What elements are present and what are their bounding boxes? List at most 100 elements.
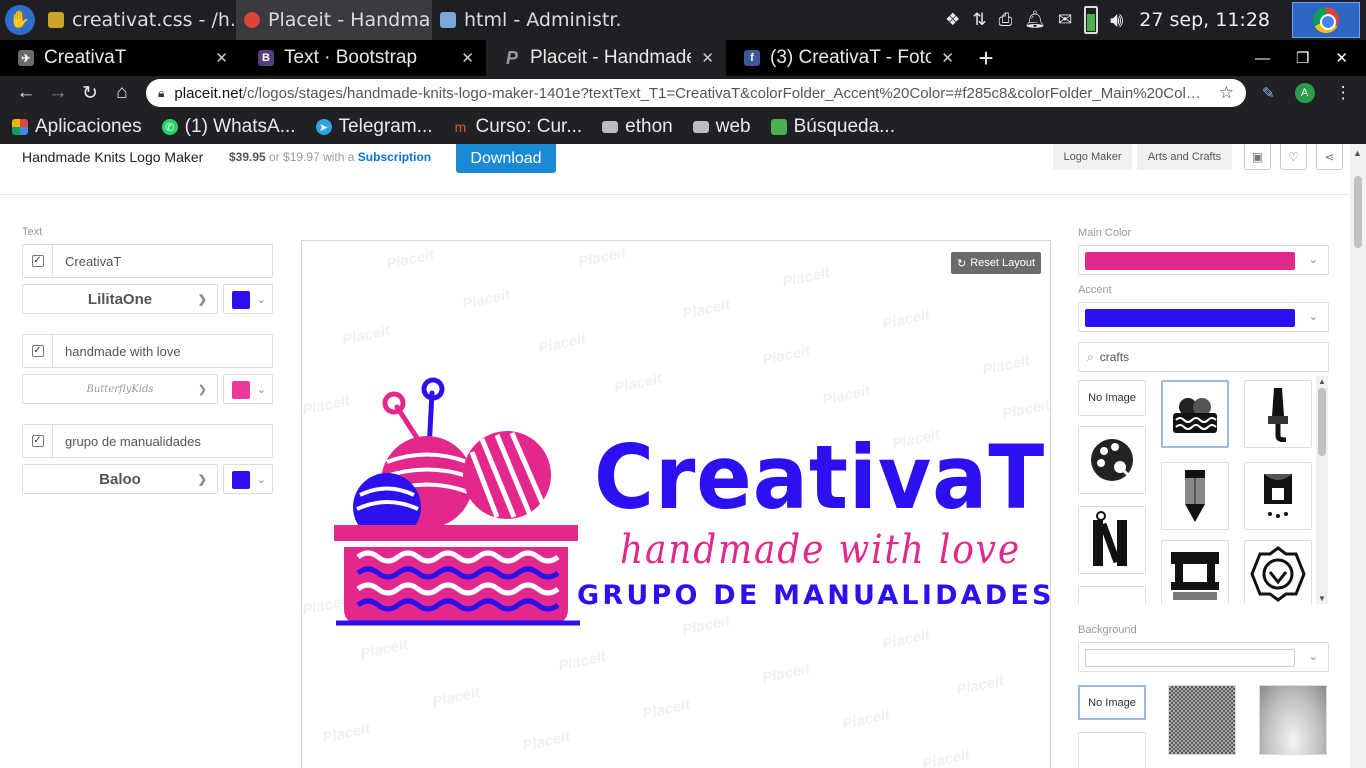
font-select-2[interactable]: ButterflyKids ❯ bbox=[22, 374, 218, 404]
close-window-icon[interactable]: ✕ bbox=[1335, 49, 1348, 67]
new-tab-button[interactable]: + bbox=[966, 40, 1006, 76]
text-field-3[interactable]: ✓ grupo de manualidades bbox=[22, 424, 273, 458]
back-arrow-icon[interactable]: ← bbox=[10, 77, 42, 109]
menu-kebab-icon[interactable]: ⋮ bbox=[1335, 83, 1352, 103]
gallery-item-badge[interactable] bbox=[1244, 540, 1312, 604]
chevron-down-icon: ❯ bbox=[197, 473, 207, 486]
close-icon[interactable]: ✕ bbox=[215, 49, 228, 67]
gallery-item-tools[interactable] bbox=[1078, 506, 1146, 574]
bookmark-telegram[interactable]: ➤ Telegram... bbox=[315, 116, 433, 138]
tab-placeit[interactable]: P Placeit - Handmade ✕ bbox=[486, 40, 726, 76]
font-select-1[interactable]: LilitaOne ❯ bbox=[22, 284, 218, 314]
tag-arts-and-crafts[interactable]: Arts and Crafts bbox=[1137, 144, 1232, 170]
bookmark-folder-ethon[interactable]: ethon bbox=[602, 116, 673, 138]
text-field-1[interactable]: ✓ CreativaT bbox=[22, 244, 273, 278]
logo-subtitle[interactable]: GRUPO DE MANUALIDADES bbox=[577, 582, 1050, 609]
background-noise-texture[interactable] bbox=[1168, 685, 1236, 755]
network-transfer-icon[interactable]: ⇅ bbox=[972, 10, 986, 30]
notification-bell-icon[interactable]: 🔔︎ bbox=[1024, 10, 1046, 30]
share-icon[interactable]: ⋖ bbox=[1316, 144, 1343, 170]
taskbar-item-label: html - Administr... bbox=[464, 9, 622, 31]
clock[interactable]: 27 sep, 11:28 bbox=[1139, 9, 1270, 31]
taskbar-item-editor[interactable]: creativat.css - /h... bbox=[40, 0, 236, 40]
save-icon[interactable]: ▣ bbox=[1244, 144, 1271, 170]
font-select-3[interactable]: Baloo ❯ bbox=[22, 464, 218, 494]
background-no-image[interactable]: No Image bbox=[1078, 685, 1146, 720]
forward-arrow-icon[interactable]: → bbox=[42, 77, 74, 109]
color-select-1[interactable]: ⌄ bbox=[223, 284, 273, 314]
bookmark-search[interactable]: Búsqueda... bbox=[770, 116, 895, 138]
bookmark-label: (1) WhatsA... bbox=[184, 116, 296, 137]
gallery-scrollbar[interactable]: ▲ ▼ bbox=[1316, 376, 1328, 604]
logo-title[interactable]: CreativaT bbox=[594, 434, 1045, 522]
maximize-icon[interactable]: ❐ bbox=[1296, 49, 1309, 67]
mail-icon[interactable]: ✉ bbox=[1058, 10, 1072, 30]
taskbar-item-browser[interactable]: Placeit - Handma... bbox=[236, 0, 432, 40]
background-gradient-texture[interactable] bbox=[1259, 685, 1327, 755]
start-menu-button[interactable]: ✋ bbox=[0, 0, 40, 40]
logo-tagline[interactable]: handmade with love bbox=[620, 530, 1021, 570]
text-2-checkbox[interactable]: ✓ bbox=[23, 335, 53, 367]
bookmark-folder-web[interactable]: web bbox=[692, 116, 751, 138]
address-bar[interactable]: 🔒︎ placeit.net /c/logos/stages/handmade-… bbox=[146, 79, 1246, 107]
text-1-checkbox[interactable]: ✓ bbox=[23, 245, 53, 277]
watermark: Placeit bbox=[536, 330, 588, 357]
text-3-checkbox[interactable]: ✓ bbox=[23, 425, 53, 457]
reset-layout-label: Reset Layout bbox=[970, 257, 1036, 269]
background-color-picker[interactable]: ⌄ bbox=[1078, 642, 1329, 672]
gallery-no-image[interactable]: No Image bbox=[1078, 380, 1146, 416]
close-icon[interactable]: ✕ bbox=[461, 49, 474, 67]
color-select-2[interactable]: ⌄ bbox=[223, 374, 273, 404]
tab-creativat[interactable]: ✈ CreativaT ✕ bbox=[0, 40, 240, 76]
main-color-picker[interactable]: ⌄ bbox=[1078, 245, 1329, 275]
watermark: Placeit bbox=[640, 696, 692, 723]
tab-facebook[interactable]: f (3) CreativaT - Fotos ✕ bbox=[726, 40, 966, 76]
chrome-launcher-button[interactable] bbox=[1292, 2, 1360, 38]
close-icon[interactable]: ✕ bbox=[701, 49, 714, 67]
subscription-link[interactable]: Subscription bbox=[358, 150, 431, 164]
close-icon[interactable]: ✕ bbox=[941, 49, 954, 67]
gallery-item-faucet[interactable] bbox=[1244, 380, 1312, 448]
taskbar-item-files[interactable]: html - Administr... bbox=[432, 0, 622, 40]
bookmark-apps[interactable]: Aplicaciones bbox=[12, 116, 142, 138]
watermark: Placeit bbox=[320, 720, 372, 747]
minimize-icon[interactable]: — bbox=[1255, 50, 1270, 67]
volume-icon[interactable]: 🔊︎ bbox=[1110, 8, 1123, 33]
gallery-item-basket[interactable] bbox=[1161, 380, 1229, 448]
scroll-down-icon[interactable]: ▼ bbox=[1318, 594, 1326, 603]
dropbox-icon[interactable]: ❖ bbox=[945, 10, 960, 30]
battery-icon[interactable] bbox=[1084, 6, 1099, 34]
text-field-2[interactable]: ✓ handmade with love bbox=[22, 334, 273, 368]
tag-logo-maker[interactable]: Logo Maker bbox=[1053, 144, 1132, 170]
bookmark-star-icon[interactable]: ☆ bbox=[1219, 83, 1234, 103]
profile-avatar[interactable]: A bbox=[1294, 83, 1315, 103]
scroll-up-icon[interactable]: ▲ bbox=[1318, 377, 1326, 386]
eyedropper-extension-icon[interactable]: ✎ bbox=[1262, 84, 1275, 102]
color-select-3[interactable]: ⌄ bbox=[223, 464, 273, 494]
heart-icon[interactable]: ♡ bbox=[1280, 144, 1307, 170]
gallery-item-paint-bucket[interactable] bbox=[1244, 462, 1312, 530]
scroll-up-icon[interactable]: ▲ bbox=[1353, 148, 1362, 158]
home-icon[interactable]: ⌂ bbox=[106, 77, 138, 109]
paint-bucket-icon bbox=[1264, 474, 1292, 518]
reset-layout-button[interactable]: ↻ Reset Layout bbox=[951, 252, 1041, 274]
background-blank[interactable] bbox=[1078, 732, 1146, 768]
gallery-item-pencil[interactable] bbox=[1161, 462, 1229, 530]
reload-icon[interactable]: ↻ bbox=[74, 77, 106, 109]
graphics-search-input[interactable]: ⌕ crafts bbox=[1078, 342, 1329, 372]
watermark: Placeit bbox=[680, 612, 732, 639]
accent-color-picker[interactable]: ⌄ bbox=[1078, 302, 1329, 332]
search-bookmark-icon bbox=[770, 119, 787, 135]
page-scrollbar[interactable]: ▲ bbox=[1350, 144, 1366, 768]
gallery-scroll-thumb[interactable] bbox=[1318, 388, 1326, 456]
bookmark-whatsapp[interactable]: ✆ (1) WhatsA... bbox=[161, 116, 296, 138]
gallery-item-sewing-machine[interactable] bbox=[1161, 540, 1229, 604]
gallery-item-palette[interactable] bbox=[1078, 426, 1146, 494]
printer-icon[interactable]: ⎙ bbox=[999, 10, 1013, 30]
bookmark-course[interactable]: m Curso: Cur... bbox=[453, 116, 583, 138]
page-scroll-thumb[interactable] bbox=[1354, 176, 1362, 248]
gallery-item-lamp[interactable] bbox=[1078, 586, 1146, 604]
logo-canvas[interactable]: Placeit Placeit Placeit Placeit Placeit … bbox=[301, 240, 1051, 768]
download-button[interactable]: Download bbox=[456, 144, 556, 173]
tab-bootstrap[interactable]: B Text · Bootstrap ✕ bbox=[240, 40, 486, 76]
